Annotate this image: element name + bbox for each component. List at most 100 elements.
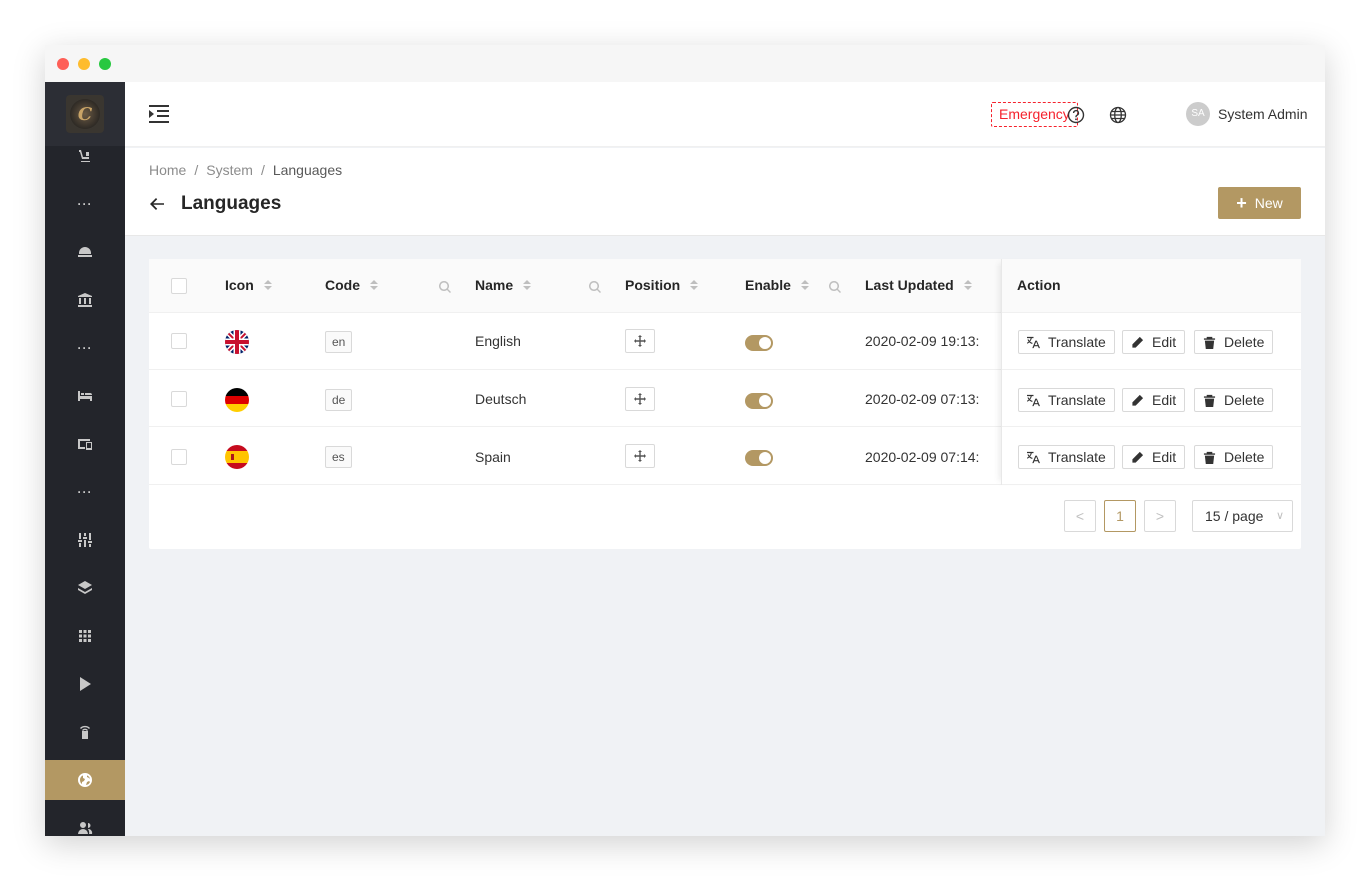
sort-icon[interactable] [370, 280, 378, 290]
pagination-prev-button[interactable]: < [1064, 500, 1096, 532]
language-globe-icon[interactable] [1109, 106, 1127, 124]
breadcrumb-system[interactable]: System [206, 162, 253, 178]
devices-icon [78, 439, 92, 450]
minimize-window-button[interactable] [78, 58, 90, 70]
sort-icon[interactable] [263, 280, 272, 290]
name-filter-search-icon[interactable] [589, 280, 601, 293]
edit-button[interactable]: Edit [1122, 330, 1186, 354]
translate-label: Translate [1048, 392, 1106, 408]
app-logo[interactable]: C [66, 95, 104, 133]
sidebar-item-more-1[interactable]: ··· [45, 184, 125, 224]
last-updated-value: 2020-02-09 19:13: [865, 333, 980, 349]
column-label: Last Updated [865, 277, 954, 293]
row-actions: Translate Edit Delete [1002, 371, 1302, 428]
enable-toggle[interactable] [745, 335, 773, 351]
column-header-code[interactable]: Code [325, 277, 378, 293]
sidebar-item-devices[interactable] [45, 424, 125, 464]
language-name: Spain [475, 449, 511, 465]
column-header-last-updated[interactable]: Last Updated [865, 277, 972, 293]
translate-button[interactable]: Translate [1018, 445, 1115, 469]
row-checkbox[interactable] [171, 391, 187, 407]
delete-button[interactable]: Delete [1194, 330, 1274, 354]
luggage-icon [79, 150, 90, 162]
sidebar-item-apps[interactable] [45, 616, 125, 656]
column-header-position[interactable]: Position [625, 277, 699, 293]
maximize-window-button[interactable] [99, 58, 111, 70]
page-size-select[interactable]: 15 / page ∨ [1192, 500, 1293, 532]
translate-label: Translate [1048, 334, 1106, 350]
edit-button[interactable]: Edit [1122, 388, 1186, 412]
sort-icon[interactable] [800, 280, 809, 290]
column-header-enable[interactable]: Enable [745, 277, 809, 293]
enable-filter-search-icon[interactable] [829, 280, 841, 293]
delete-label: Delete [1224, 449, 1265, 465]
delete-label: Delete [1224, 334, 1265, 350]
row-checkbox[interactable] [171, 333, 187, 349]
drag-handle-button[interactable] [625, 444, 655, 468]
edit-button[interactable]: Edit [1122, 445, 1186, 469]
enable-toggle[interactable] [745, 393, 773, 409]
delete-label: Delete [1224, 392, 1265, 408]
action-column: Translate Edit Delete Translate Edit Del… [1001, 259, 1301, 485]
sidebar-item-settings[interactable] [45, 520, 125, 560]
sidebar-item-play[interactable] [45, 664, 125, 704]
edit-pencil-icon [1132, 336, 1144, 348]
translate-button[interactable]: Translate [1018, 330, 1115, 354]
delete-button[interactable]: Delete [1194, 445, 1274, 469]
menu-fold-icon[interactable] [149, 105, 169, 123]
sort-icon[interactable] [963, 280, 972, 290]
translate-label: Translate [1048, 449, 1106, 465]
breadcrumb-separator: / [194, 162, 199, 178]
more-dots-icon: ··· [77, 197, 93, 211]
breadcrumb-home[interactable]: Home [149, 162, 186, 178]
sidebar-item-rooms[interactable] [45, 376, 125, 416]
app-window: C ··· ··· ··· Emergency SA System Admin … [45, 45, 1325, 836]
trash-icon [1203, 336, 1216, 349]
sidebar-item-layers[interactable] [45, 568, 125, 608]
last-updated-value: 2020-02-09 07:14: [865, 449, 980, 465]
delete-button[interactable]: Delete [1194, 388, 1274, 412]
translate-icon [1027, 336, 1040, 348]
close-window-button[interactable] [57, 58, 69, 70]
sidebar-item-service[interactable] [45, 232, 125, 272]
enable-toggle[interactable] [745, 450, 773, 466]
column-header-name[interactable]: Name [475, 277, 532, 293]
sidebar-item-more-2[interactable]: ··· [45, 328, 125, 368]
sidebar: C ··· ··· ··· [45, 82, 125, 836]
sidebar-item-languages[interactable] [45, 760, 125, 800]
sidebar-item-departures[interactable] [45, 136, 125, 176]
row-checkbox[interactable] [171, 449, 187, 465]
move-icon [634, 335, 646, 347]
sidebar-item-bank[interactable] [45, 280, 125, 320]
spain-flag-icon [225, 445, 249, 469]
germany-flag-icon [225, 388, 249, 412]
page-size-value: 15 / page [1205, 508, 1264, 524]
user-name[interactable]: System Admin [1218, 106, 1307, 122]
code-filter-search-icon[interactable] [439, 280, 451, 293]
column-header-icon[interactable]: Icon [225, 277, 272, 293]
plus-icon: + [1236, 193, 1247, 213]
last-updated-value: 2020-02-09 07:13: [865, 391, 980, 407]
translate-button[interactable]: Translate [1018, 388, 1115, 412]
sort-icon[interactable] [523, 280, 532, 290]
drag-handle-button[interactable] [625, 387, 655, 411]
sidebar-item-more-3[interactable]: ··· [45, 472, 125, 512]
emergency-button[interactable]: Emergency [991, 102, 1078, 127]
edit-label: Edit [1152, 449, 1177, 465]
new-button[interactable]: + New [1218, 187, 1301, 219]
uk-flag-icon [225, 330, 249, 354]
sidebar-item-users[interactable] [45, 808, 125, 836]
select-all-checkbox[interactable] [171, 278, 187, 294]
pagination-next-button[interactable]: > [1144, 500, 1176, 532]
column-label: Enable [745, 277, 791, 293]
sort-icon[interactable] [690, 280, 699, 290]
drag-handle-button[interactable] [625, 329, 655, 353]
sidebar-item-remote[interactable] [45, 712, 125, 752]
user-avatar[interactable]: SA [1186, 102, 1210, 126]
edit-pencil-icon [1132, 394, 1144, 406]
help-icon[interactable] [1067, 106, 1085, 124]
back-arrow-icon[interactable] [149, 196, 165, 212]
pagination-page-1[interactable]: 1 [1104, 500, 1136, 532]
remote-control-icon [80, 725, 90, 739]
language-name: English [475, 333, 521, 349]
